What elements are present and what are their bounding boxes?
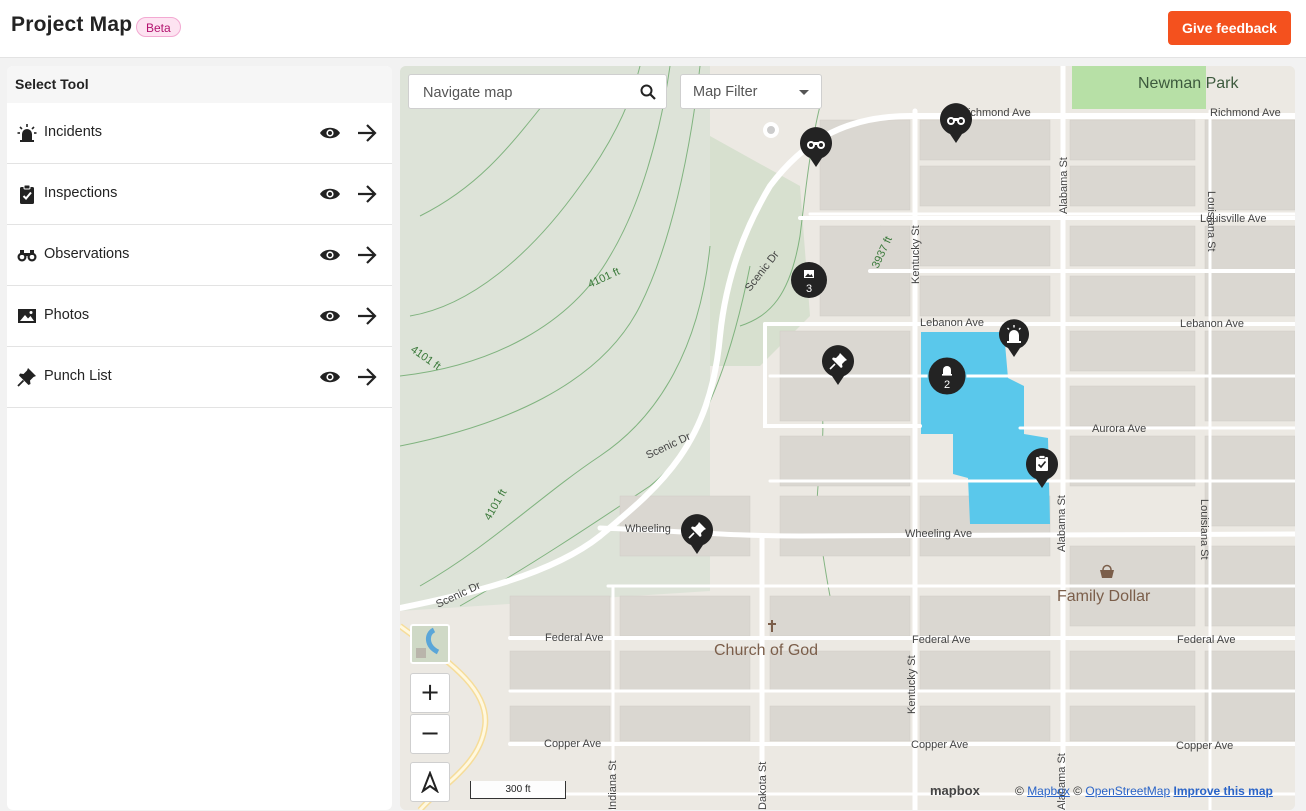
- chevron-down-icon: [799, 90, 809, 95]
- label-dakota-st: Dakota St: [757, 762, 769, 810]
- label-wheeling: Wheeling: [625, 523, 671, 535]
- label-louisiana-st: Louisiana St: [1205, 191, 1217, 252]
- label-church-of-god: Church of God: [714, 642, 818, 659]
- map-view[interactable]: Newman Park Richmond Ave Richmond Ave Lo…: [400, 66, 1295, 810]
- arrow-right-icon[interactable]: [356, 304, 378, 328]
- binoculars-icon: [17, 250, 37, 262]
- pushpin-icon: [17, 368, 36, 387]
- observation-marker[interactable]: [938, 102, 974, 144]
- image-icon: [18, 309, 36, 323]
- mapbox-link[interactable]: Mapbox: [1027, 784, 1070, 798]
- label-federal-ave: Federal Ave: [545, 632, 604, 644]
- label-newman-park: Newman Park: [1138, 75, 1239, 92]
- label-alabama-st: Alabama St: [1058, 157, 1070, 214]
- panel-title: Select Tool: [7, 66, 392, 103]
- scale-bar: 300 ft: [470, 781, 566, 799]
- label-wheeling-ave: Wheeling Ave: [905, 528, 972, 540]
- label-louisiana-st: Louisiana St: [1198, 499, 1210, 560]
- map-filter-label: Map Filter: [693, 84, 758, 100]
- eye-icon[interactable]: [319, 123, 341, 143]
- map-search: [408, 74, 667, 109]
- cluster-count: 3: [806, 283, 812, 295]
- beta-badge: Beta: [136, 17, 181, 37]
- clipboard-check-icon: [1036, 455, 1048, 471]
- arrow-right-icon[interactable]: [356, 182, 378, 206]
- label-alabama-st: Alabama St: [1056, 495, 1068, 552]
- map-canvas[interactable]: Newman Park Richmond Ave Richmond Ave Lo…: [400, 66, 1295, 810]
- label-indiana-st: Indiana St: [607, 760, 619, 810]
- tool-label: Photos: [44, 307, 90, 323]
- punch-list-marker[interactable]: [679, 513, 715, 555]
- label-federal-ave: Federal Ave: [1177, 634, 1236, 646]
- tool-label: Inspections: [44, 185, 118, 201]
- label-kentucky-st: Kentucky St: [906, 655, 918, 714]
- tool-label: Observations: [44, 246, 130, 262]
- siren-icon: [17, 124, 37, 142]
- tool-panel: Select Tool Incidents Inspections Observ…: [7, 66, 392, 810]
- label-alabama-st: Alabama St: [1056, 753, 1068, 810]
- tool-row-incidents[interactable]: Incidents: [7, 103, 392, 164]
- compass-button[interactable]: [410, 762, 450, 802]
- zoom-in-button[interactable]: +: [410, 673, 450, 713]
- eye-icon[interactable]: [319, 245, 341, 265]
- label-federal-ave: Federal Ave: [912, 634, 971, 646]
- inspection-marker[interactable]: [1024, 447, 1060, 489]
- mapbox-logo[interactable]: mapbox: [930, 783, 980, 798]
- arrow-right-icon[interactable]: [356, 121, 378, 145]
- map-filter-select[interactable]: Map Filter: [680, 74, 822, 109]
- label-copper-ave: Copper Ave: [544, 738, 601, 750]
- tool-row-observations[interactable]: Observations: [7, 225, 392, 286]
- copyright-symbol: ©: [1073, 784, 1083, 798]
- label-lebanon-ave: Lebanon Ave: [920, 317, 984, 329]
- eye-icon[interactable]: [319, 306, 341, 326]
- osm-link[interactable]: OpenStreetMap: [1085, 784, 1170, 798]
- arrow-right-icon[interactable]: [356, 365, 378, 389]
- tool-label: Punch List: [44, 368, 112, 384]
- incident-marker[interactable]: [997, 318, 1031, 358]
- north-arrow-icon: [420, 770, 440, 794]
- clipboard-check-icon: [20, 184, 34, 204]
- give-feedback-button[interactable]: Give feedback: [1168, 11, 1291, 45]
- label-kentucky-st: Kentucky St: [910, 225, 922, 284]
- punch-list-marker[interactable]: [820, 344, 856, 386]
- label-lebanon-ave: Lebanon Ave: [1180, 318, 1244, 330]
- arrow-right-icon[interactable]: [356, 243, 378, 267]
- photos-cluster-marker[interactable]: 3: [790, 261, 828, 299]
- tool-label: Incidents: [44, 124, 103, 140]
- tool-row-punch-list[interactable]: Punch List: [7, 347, 392, 408]
- page-title: Project Map: [11, 13, 133, 36]
- search-input[interactable]: [421, 82, 635, 104]
- label-copper-ave: Copper Ave: [1176, 740, 1233, 752]
- label-family-dollar: Family Dollar: [1057, 588, 1151, 605]
- app-header: Project Map Beta Give feedback: [0, 0, 1306, 58]
- copyright-symbol: ©: [1015, 784, 1024, 798]
- label-richmond-ave: Richmond Ave: [1210, 107, 1281, 119]
- eye-icon[interactable]: [319, 184, 341, 204]
- zoom-out-button[interactable]: −: [410, 714, 450, 754]
- eye-icon[interactable]: [319, 367, 341, 387]
- tool-row-photos[interactable]: Photos: [7, 286, 392, 347]
- observation-marker[interactable]: [798, 126, 834, 168]
- label-copper-ave: Copper Ave: [911, 739, 968, 751]
- incidents-cluster-marker[interactable]: 2: [927, 356, 967, 396]
- search-icon[interactable]: [640, 84, 656, 100]
- cluster-count: 2: [944, 379, 950, 391]
- satellite-thumbnail-icon: [412, 626, 448, 662]
- tool-row-inspections[interactable]: Inspections: [7, 164, 392, 225]
- label-aurora-ave: Aurora Ave: [1092, 423, 1146, 435]
- map-attribution: © Mapbox © OpenStreetMap Improve this ma…: [1015, 784, 1273, 798]
- improve-map-link[interactable]: Improve this map: [1173, 784, 1272, 798]
- basemap-toggle[interactable]: [410, 624, 450, 664]
